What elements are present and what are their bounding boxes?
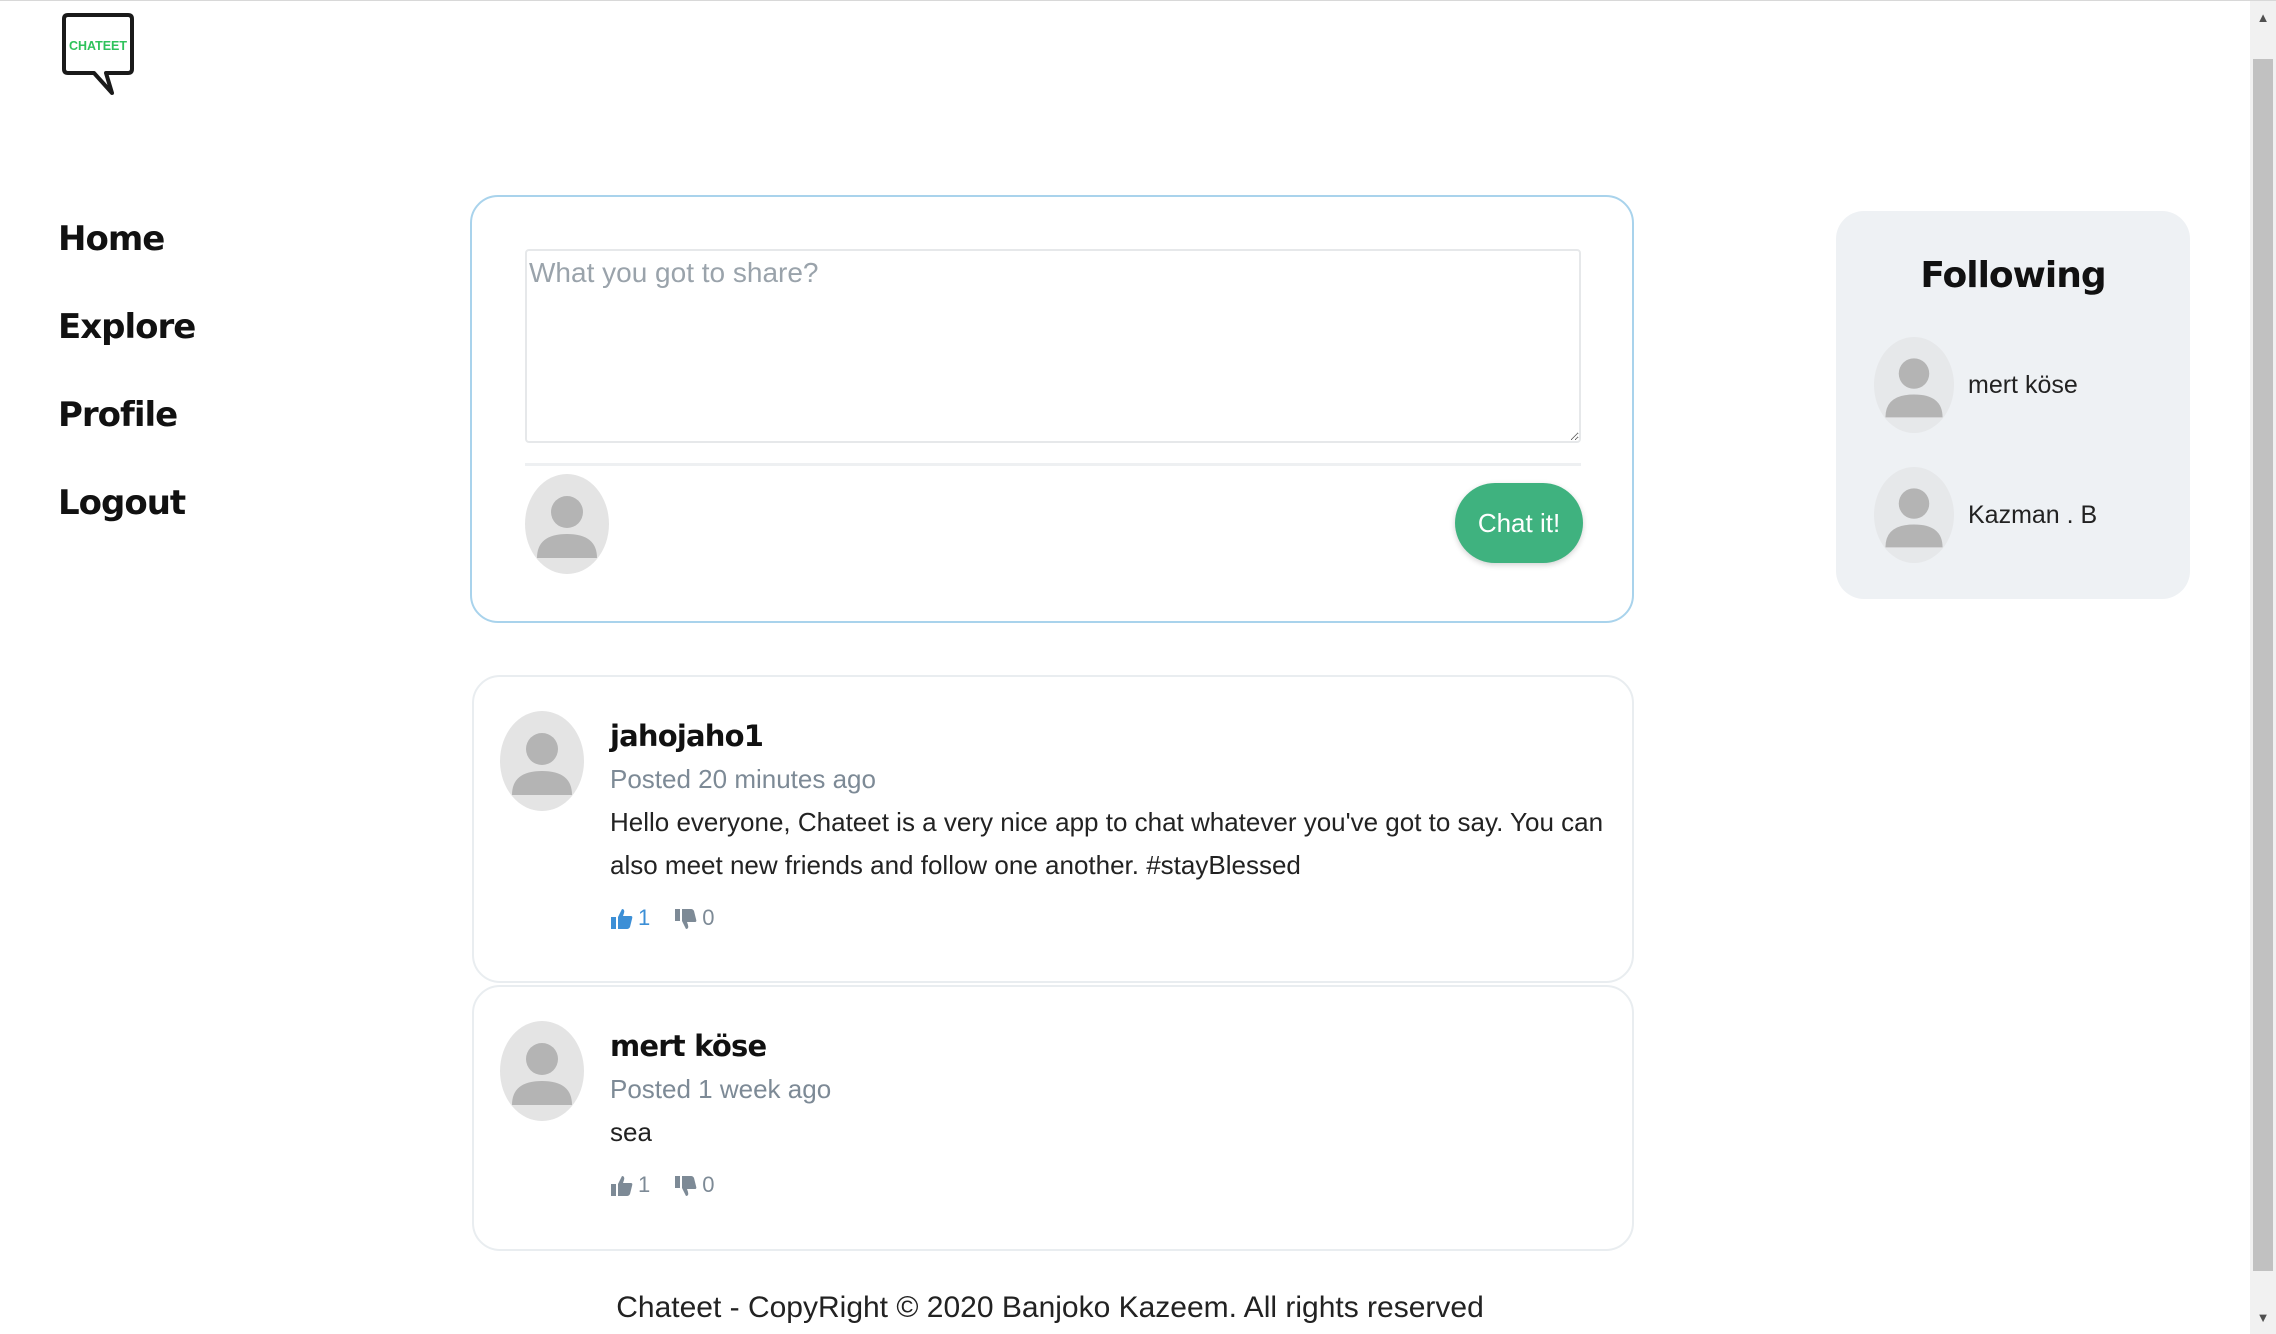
post-card: mert köse Posted 1 week ago sea 1 0	[472, 985, 1634, 1251]
nav-item-logout[interactable]: Logout	[58, 483, 195, 523]
dislike-button[interactable]: 0	[674, 1172, 715, 1198]
post-composer: Chat it!	[470, 195, 1634, 623]
nav-item-profile[interactable]: Profile	[58, 395, 195, 435]
thumbs-down-icon	[675, 909, 697, 929]
post-author[interactable]: jahojaho1	[610, 717, 1604, 755]
current-user-avatar	[525, 474, 609, 574]
nav-item-explore[interactable]: Explore	[58, 307, 196, 347]
dislike-button[interactable]: 0	[674, 905, 715, 931]
user-placeholder-icon	[512, 1043, 572, 1105]
main-nav: Home Explore Profile Logout	[58, 219, 196, 523]
scrollbar-thumb[interactable]	[2253, 59, 2273, 1271]
post-card: jahojaho1 Posted 20 minutes ago Hello ev…	[472, 675, 1634, 983]
user-placeholder-icon	[512, 733, 572, 795]
following-user-name: Kazman . B	[1968, 500, 2098, 529]
following-title: Following	[1920, 255, 2106, 296]
post-author-avatar[interactable]	[500, 1021, 584, 1121]
like-button[interactable]: 1	[610, 1172, 650, 1198]
following-panel: Following mert köse Kazman . B	[1836, 211, 2190, 599]
page-scrollbar[interactable]: ▲ ▼	[2250, 1, 2276, 1334]
thumbs-down-icon	[675, 1176, 697, 1196]
dislike-count: 0	[702, 1172, 715, 1197]
post-timestamp: Posted 1 week ago	[610, 1074, 832, 1104]
speech-bubble-logo-icon: CHATEET	[62, 13, 134, 95]
following-user[interactable]: mert köse	[1874, 337, 2078, 433]
chat-it-button[interactable]: Chat it!	[1455, 483, 1583, 563]
thumbs-up-icon	[611, 1176, 633, 1196]
scroll-up-icon[interactable]: ▲	[2250, 5, 2276, 31]
chateet-logo[interactable]: CHATEET	[60, 11, 136, 99]
user-placeholder-icon	[1885, 488, 1943, 548]
like-count: 1	[638, 905, 651, 930]
post-content: sea	[610, 1117, 652, 1147]
logo-text: CHATEET	[69, 38, 127, 53]
thumbs-up-icon	[611, 909, 633, 929]
user-placeholder-icon	[1885, 358, 1943, 418]
footer-copyright: Chateet - CopyRight © 2020 Banjoko Kazee…	[616, 1291, 1484, 1324]
page: CHATEET Home Explore Profile Logout Chat…	[0, 0, 2276, 1334]
dislike-count: 0	[702, 905, 715, 930]
post-author[interactable]: mert köse	[610, 1027, 1604, 1065]
following-user-name: mert köse	[1968, 370, 2078, 399]
post-input[interactable]	[525, 249, 1581, 443]
post-author-avatar[interactable]	[500, 711, 584, 811]
composer-divider	[525, 463, 1581, 466]
post-timestamp: Posted 20 minutes ago	[610, 764, 876, 794]
user-placeholder-icon	[537, 496, 597, 558]
post-reactions: 1 0	[610, 905, 1604, 931]
post-content: Hello everyone, Chateet is a very nice a…	[610, 807, 1604, 880]
post-body: mert köse Posted 1 week ago sea 1 0	[610, 1027, 1604, 1198]
following-user-avatar	[1874, 467, 1954, 563]
scroll-down-icon[interactable]: ▼	[2250, 1305, 2276, 1331]
like-count: 1	[638, 1172, 651, 1197]
nav-item-home[interactable]: Home	[58, 219, 195, 259]
post-body: jahojaho1 Posted 20 minutes ago Hello ev…	[610, 717, 1604, 931]
post-reactions: 1 0	[610, 1172, 1604, 1198]
following-user[interactable]: Kazman . B	[1874, 467, 2097, 563]
like-button[interactable]: 1	[610, 905, 650, 931]
following-user-avatar	[1874, 337, 1954, 433]
